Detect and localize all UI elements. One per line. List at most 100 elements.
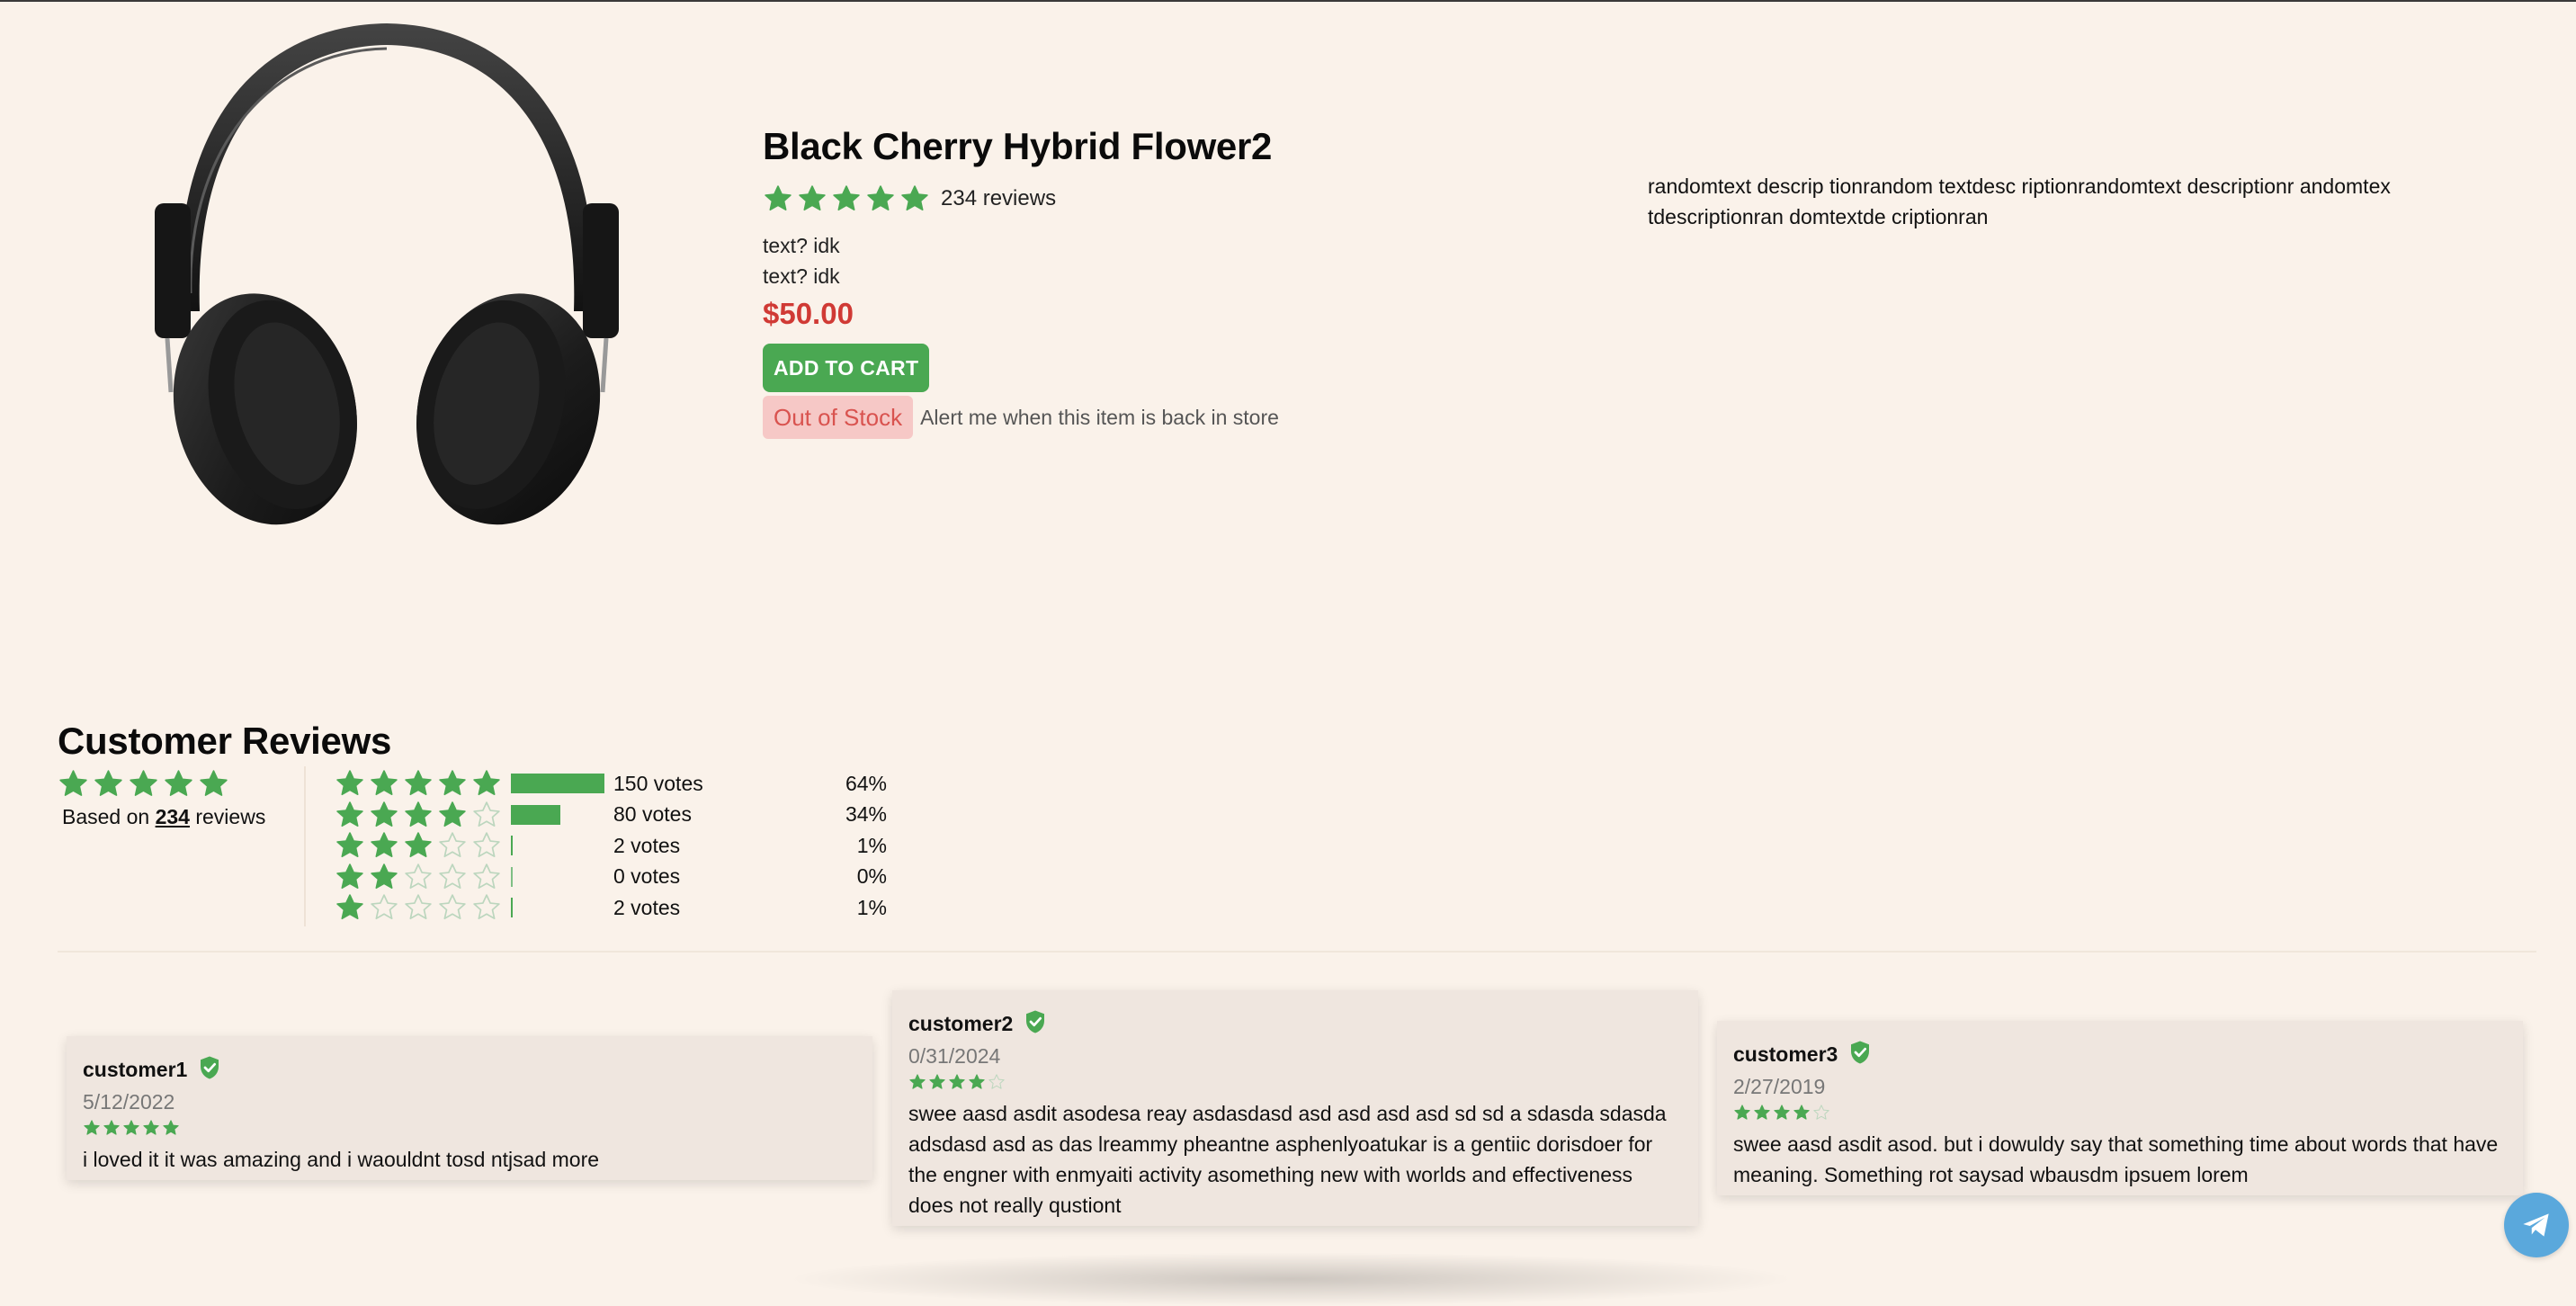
reviewer-name: customer3	[1733, 1042, 1838, 1066]
reviews-summary: Based on 234 reviews	[58, 768, 300, 829]
star-icon	[336, 894, 363, 920]
shield-check-icon	[201, 1056, 219, 1078]
based-count-link[interactable]: 234	[156, 805, 190, 828]
star-icon	[103, 1120, 120, 1135]
star-icon	[371, 832, 398, 858]
verified-shield-icon	[1013, 1008, 1049, 1040]
product-image	[135, 14, 639, 545]
product-info: Black Cherry Hybrid Flower2 234 reviews …	[763, 117, 1446, 439]
product-rating: 234 reviews	[763, 176, 1446, 221]
star-icon	[130, 770, 157, 796]
votes-label: 2 votes	[613, 833, 681, 857]
out-of-stock-badge: Out of Stock	[763, 396, 914, 439]
star-icon	[929, 1074, 945, 1089]
star-icon	[909, 1074, 926, 1089]
breakdown-row-1[interactable]: 2 votes 1%	[335, 892, 892, 924]
add-to-cart-button[interactable]: ADD TO CART	[763, 344, 930, 392]
star-icon	[94, 770, 122, 796]
shield-check-icon	[1026, 1010, 1045, 1033]
star-icon	[163, 1120, 179, 1135]
star-icon	[371, 894, 398, 920]
product-description: randomtext descrip tionrandom textdesc r…	[1648, 174, 2391, 228]
star-icon	[59, 770, 87, 796]
based-prefix: Based on	[62, 805, 150, 828]
star-icon	[439, 770, 466, 796]
star-icon	[867, 185, 894, 211]
percent-label: 0%	[856, 864, 887, 889]
review-date: 0/31/2024	[908, 1044, 1001, 1068]
vote-bar	[511, 836, 513, 856]
star-icon	[371, 801, 398, 827]
star-icon	[833, 185, 860, 211]
product-text-line-2: text? idk	[763, 264, 840, 288]
review-stars	[1733, 1104, 2507, 1122]
reviewer-row: customer3	[1733, 1037, 2507, 1071]
star-icon	[1774, 1105, 1790, 1120]
breakdown-stars	[335, 800, 502, 830]
star-icon	[988, 1074, 1005, 1089]
rating-breakdown: 150 votes 64% 80 votes 34% 2 votes 1% 0 …	[335, 768, 892, 924]
reviewer-name: customer2	[908, 1011, 1014, 1035]
star-icon	[473, 863, 500, 889]
vote-bar-track	[511, 866, 612, 887]
review-text: i loved it it was amazing and i waouldnt…	[83, 1148, 600, 1171]
review-card: customer3 2/27/2019 swee aasd asdit asod…	[1717, 1021, 2523, 1195]
star-icon	[405, 770, 432, 796]
telegram-chat-button[interactable]	[2504, 1193, 2569, 1257]
breakdown-row-5[interactable]: 150 votes 64%	[335, 768, 892, 800]
review-date: 5/12/2022	[83, 1090, 175, 1114]
star-icon	[1813, 1105, 1829, 1120]
review-stars	[908, 1073, 1682, 1091]
star-icon	[371, 770, 398, 796]
star-icon	[405, 894, 432, 920]
back-in-stock-alert-link[interactable]: Alert me when this item is back in store	[920, 406, 1279, 430]
vote-bar-track	[511, 774, 612, 794]
review-text: swee aasd asdit asod. but i dowuldy say …	[1733, 1132, 2499, 1186]
star-icon	[405, 832, 432, 858]
star-icon	[765, 185, 792, 211]
review-card: customer1 5/12/2022 i loved it it was am…	[67, 1036, 872, 1180]
star-icon	[473, 832, 500, 858]
breakdown-stars	[335, 892, 502, 923]
verified-shield-icon	[187, 1054, 223, 1086]
votes-label: 0 votes	[613, 864, 681, 889]
based-on-text: Based on 234 reviews	[62, 805, 300, 829]
stock-row: Out of Stock Alert me when this item is …	[763, 396, 1446, 439]
review-stars	[83, 1119, 856, 1137]
breakdown-row-2[interactable]: 0 votes 0%	[335, 862, 892, 893]
product-rating-stars	[763, 183, 930, 214]
review-date: 2/27/2019	[1733, 1075, 1826, 1098]
product-title: Black Cherry Hybrid Flower2	[763, 125, 1273, 167]
vote-bar-track	[511, 898, 612, 918]
shield-check-icon	[1851, 1041, 1870, 1063]
breakdown-row-3[interactable]: 2 votes 1%	[335, 830, 892, 862]
star-icon	[143, 1120, 159, 1135]
reviews-heading: Customer Reviews	[58, 720, 392, 762]
votes-label: 2 votes	[613, 895, 681, 919]
review-count-link[interactable]: 234 reviews	[941, 186, 1056, 211]
verified-shield-icon	[1838, 1039, 1874, 1070]
reviewer-name: customer1	[83, 1057, 188, 1081]
vote-bar	[511, 866, 513, 887]
breakdown-row-4[interactable]: 80 votes 34%	[335, 800, 892, 831]
star-icon	[1793, 1105, 1810, 1120]
breakdown-stars	[335, 862, 502, 892]
telegram-icon	[2523, 1213, 2549, 1237]
star-icon	[1734, 1105, 1750, 1120]
vote-bar	[511, 804, 561, 825]
vote-bar-track	[511, 804, 612, 825]
summary-stars	[58, 768, 300, 800]
percent-label: 1%	[856, 833, 887, 857]
star-icon	[439, 894, 466, 920]
percent-label: 64%	[845, 771, 887, 795]
star-icon	[165, 770, 192, 796]
star-icon	[336, 801, 363, 827]
star-icon	[949, 1074, 965, 1089]
star-icon	[799, 185, 826, 211]
star-icon	[473, 894, 500, 920]
star-icon	[84, 1120, 100, 1135]
review-text: swee aasd asdit asodesa reay asdasdasd a…	[908, 1102, 1667, 1217]
based-suffix: reviews	[195, 805, 266, 828]
star-icon	[473, 801, 500, 827]
star-icon	[336, 863, 363, 889]
